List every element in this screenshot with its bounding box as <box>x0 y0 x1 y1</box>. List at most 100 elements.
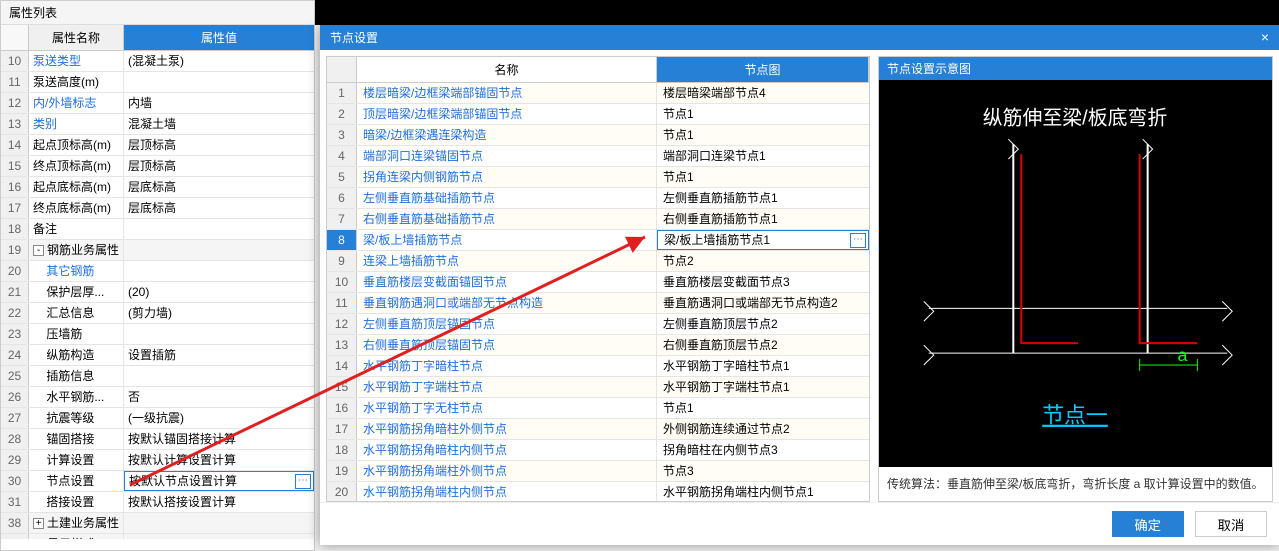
node-row[interactable]: 14水平钢筋丁字暗柱节点水平钢筋丁字暗柱节点1 <box>327 356 869 377</box>
property-value[interactable] <box>124 219 314 239</box>
property-row[interactable]: 20 其它钢筋 <box>1 261 314 282</box>
property-row[interactable]: 19-钢筋业务属性 <box>1 240 314 261</box>
node-map[interactable]: 水平钢筋丁字端柱节点1 <box>657 377 869 397</box>
node-row[interactable]: 12左侧垂直筋顶层锚固节点左侧垂直筋顶层节点2 <box>327 314 869 335</box>
property-row[interactable]: 13类别混凝土墙 <box>1 114 314 135</box>
property-row[interactable]: 10泵送类型(混凝土泵) <box>1 51 314 72</box>
property-row[interactable]: 30 节点设置按默认节点设置计算⋯ <box>1 471 314 492</box>
property-value[interactable] <box>124 261 314 281</box>
node-row[interactable]: 5拐角连梁内侧钢筋节点节点1 <box>327 167 869 188</box>
node-map[interactable]: 梁/板上墙插筋节点1⋯ <box>657 230 869 250</box>
property-row[interactable]: 17终点底标高(m)层底标高 <box>1 198 314 219</box>
node-map[interactable]: 端部洞口连梁节点1 <box>657 146 869 166</box>
property-row[interactable]: 21 保护层厚...(20) <box>1 282 314 303</box>
node-row[interactable]: 10垂直筋楼层变截面锚固节点垂直筋楼层变截面节点3 <box>327 272 869 293</box>
property-value[interactable]: 否 <box>124 387 314 407</box>
node-map[interactable]: 节点1 <box>657 167 869 187</box>
node-row[interactable]: 13右侧垂直筋顶层锚固节点右侧垂直筋顶层节点2 <box>327 335 869 356</box>
property-row[interactable]: 24 纵筋构造设置插筋 <box>1 345 314 366</box>
property-row[interactable]: 29 计算设置按默认计算设置计算 <box>1 450 314 471</box>
node-row[interactable]: 3暗梁/边框梁遇连梁构造节点1 <box>327 125 869 146</box>
ok-button[interactable]: 确定 <box>1112 511 1184 537</box>
property-value[interactable]: (一级抗震) <box>124 408 314 428</box>
property-value[interactable]: 混凝土墙 <box>124 114 314 134</box>
property-value[interactable]: (混凝土泵) <box>124 51 314 71</box>
property-row[interactable]: 31 搭接设置按默认搭接设置计算 <box>1 492 314 513</box>
property-row[interactable]: 16起点底标高(m)层底标高 <box>1 177 314 198</box>
expander-icon[interactable]: + <box>33 518 44 529</box>
property-row[interactable]: 39+显示样式 <box>1 534 314 539</box>
node-row[interactable]: 19水平钢筋拐角端柱外侧节点节点3 <box>327 461 869 482</box>
property-row[interactable]: 25 插筋信息 <box>1 366 314 387</box>
node-map[interactable]: 左侧垂直筋插筋节点1 <box>657 188 869 208</box>
property-row[interactable]: 15终点顶标高(m)层顶标高 <box>1 156 314 177</box>
property-row[interactable]: 27 抗震等级(一级抗震) <box>1 408 314 429</box>
node-map[interactable]: 水平钢筋丁字暗柱节点1 <box>657 356 869 376</box>
property-row[interactable]: 12内/外墙标志内墙 <box>1 93 314 114</box>
property-value[interactable]: 层底标高 <box>124 198 314 218</box>
node-map[interactable]: 垂直筋楼层变截面节点3 <box>657 272 869 292</box>
property-row[interactable]: 22 汇总信息(剪力墙) <box>1 303 314 324</box>
node-grid[interactable]: 名称 节点图 1楼层暗梁/边框梁端部锚固节点楼层暗梁端部节点42顶层暗梁/边框梁… <box>326 56 870 502</box>
property-rows[interactable]: 10泵送类型(混凝土泵)11泵送高度(m)12内/外墙标志内墙13类别混凝土墙1… <box>1 51 314 539</box>
node-map[interactable]: 垂直筋遇洞口或端部无节点构造2 <box>657 293 869 313</box>
property-row[interactable]: 11泵送高度(m) <box>1 72 314 93</box>
property-value[interactable]: 层底标高 <box>124 177 314 197</box>
node-map[interactable]: 节点1 <box>657 125 869 145</box>
property-row[interactable]: 38+土建业务属性 <box>1 513 314 534</box>
node-map[interactable]: 节点2 <box>657 251 869 271</box>
property-name: 水平钢筋... <box>29 387 124 407</box>
node-row[interactable]: 4端部洞口连梁锚固节点端部洞口连梁节点1 <box>327 146 869 167</box>
node-row[interactable]: 20水平钢筋拐角端柱内侧节点水平钢筋拐角端柱内侧节点1 <box>327 482 869 502</box>
property-value[interactable] <box>124 324 314 344</box>
property-value[interactable] <box>124 72 314 92</box>
node-map[interactable]: 外侧钢筋连续通过节点2 <box>657 419 869 439</box>
node-row[interactable]: 17水平钢筋拐角暗柱外侧节点外侧钢筋连续通过节点2 <box>327 419 869 440</box>
node-row[interactable]: 9连梁上墙插筋节点节点2 <box>327 251 869 272</box>
cancel-button[interactable]: 取消 <box>1195 511 1267 537</box>
node-map[interactable]: 节点1 <box>657 398 869 418</box>
property-value[interactable]: 层顶标高 <box>124 135 314 155</box>
property-row[interactable]: 28 锚固搭接按默认锚固搭接计算 <box>1 429 314 450</box>
property-row[interactable]: 26 水平钢筋...否 <box>1 387 314 408</box>
property-row[interactable]: 18备注 <box>1 219 314 240</box>
property-value[interactable]: 内墙 <box>124 93 314 113</box>
property-value[interactable]: 按默认锚固搭接计算 <box>124 429 314 449</box>
node-map[interactable]: 右侧垂直筋插筋节点1 <box>657 209 869 229</box>
node-map[interactable]: 节点3 <box>657 461 869 481</box>
node-row[interactable]: 15水平钢筋丁字端柱节点水平钢筋丁字端柱节点1 <box>327 377 869 398</box>
node-row[interactable]: 8梁/板上墙插筋节点梁/板上墙插筋节点1⋯ <box>327 230 869 251</box>
property-value[interactable] <box>124 240 314 260</box>
property-value[interactable]: 层顶标高 <box>124 156 314 176</box>
property-value[interactable]: 设置插筋 <box>124 345 314 365</box>
node-row[interactable]: 16水平钢筋丁字无柱节点节点1 <box>327 398 869 419</box>
node-row[interactable]: 11垂直钢筋遇洞口或端部无节点构造垂直筋遇洞口或端部无节点构造2 <box>327 293 869 314</box>
expander-icon[interactable]: - <box>33 245 44 256</box>
node-map[interactable]: 左侧垂直筋顶层节点2 <box>657 314 869 334</box>
node-name: 水平钢筋丁字无柱节点 <box>357 398 657 418</box>
property-value[interactable]: 按默认搭接设置计算 <box>124 492 314 512</box>
node-row[interactable]: 6左侧垂直筋基础插筋节点左侧垂直筋插筋节点1 <box>327 188 869 209</box>
property-value[interactable] <box>124 534 314 539</box>
close-icon[interactable]: × <box>1261 29 1269 46</box>
node-map[interactable]: 右侧垂直筋顶层节点2 <box>657 335 869 355</box>
property-row[interactable]: 14起点顶标高(m)层顶标高 <box>1 135 314 156</box>
node-row[interactable]: 2顶层暗梁/边框梁端部锚固节点节点1 <box>327 104 869 125</box>
node-map[interactable]: 拐角暗柱在内侧节点3 <box>657 440 869 460</box>
property-value[interactable] <box>124 366 314 386</box>
property-value[interactable]: 按默认计算设置计算 <box>124 450 314 470</box>
property-value[interactable] <box>124 513 314 533</box>
ellipsis-button[interactable]: ⋯ <box>850 233 866 248</box>
node-map[interactable]: 楼层暗梁端部节点4 <box>657 83 869 103</box>
node-map[interactable]: 节点1 <box>657 104 869 124</box>
node-row[interactable]: 18水平钢筋拐角暗柱内侧节点拐角暗柱在内侧节点3 <box>327 440 869 461</box>
node-row[interactable]: 1楼层暗梁/边框梁端部锚固节点楼层暗梁端部节点4 <box>327 83 869 104</box>
node-map[interactable]: 水平钢筋拐角端柱内侧节点1 <box>657 482 869 502</box>
property-value[interactable]: (20) <box>124 282 314 302</box>
property-value[interactable]: 按默认节点设置计算⋯ <box>124 471 314 491</box>
property-value[interactable]: (剪力墙) <box>124 303 314 323</box>
dialog-titlebar[interactable]: 节点设置 × <box>320 25 1279 50</box>
ellipsis-button[interactable]: ⋯ <box>295 474 311 489</box>
node-row[interactable]: 7右侧垂直筋基础插筋节点右侧垂直筋插筋节点1 <box>327 209 869 230</box>
property-row[interactable]: 23 压墙筋 <box>1 324 314 345</box>
